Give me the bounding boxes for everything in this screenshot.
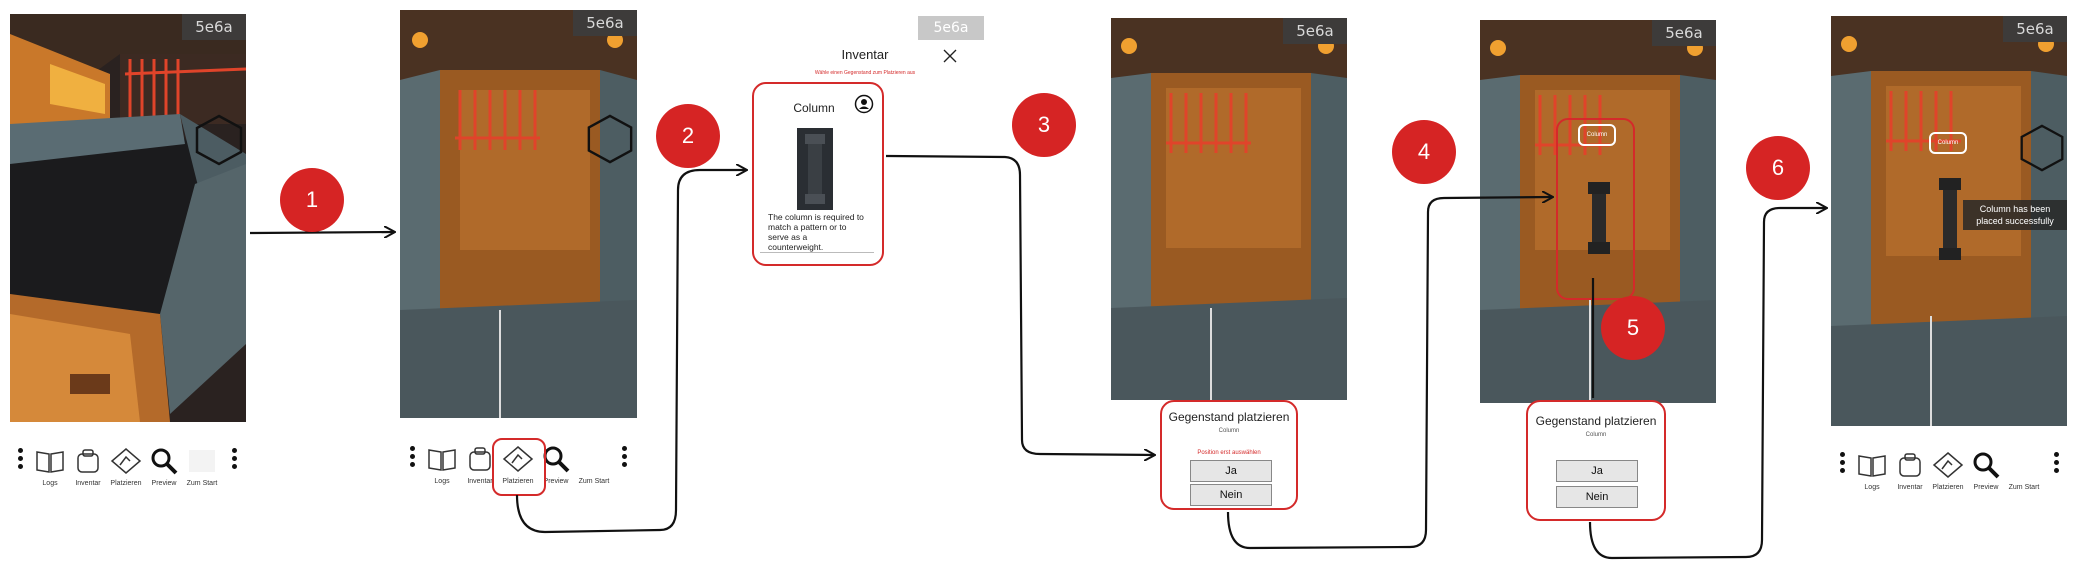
- arrow-6: [1588, 208, 1826, 560]
- arrow-3: [885, 154, 1154, 455]
- step-2-badge: 2: [656, 104, 720, 168]
- step-6-badge: 6: [1746, 136, 1810, 200]
- step-4-badge: 4: [1392, 120, 1456, 184]
- step-5-badge: 5: [1601, 296, 1665, 360]
- arrow-4: [1226, 197, 1552, 550]
- step-1-badge: 1: [280, 168, 344, 232]
- flow-arrows: [249, 154, 2078, 560]
- arrow-2: [515, 170, 746, 534]
- step-3-badge: 3: [1012, 93, 1076, 157]
- arrow-1: [249, 232, 394, 233]
